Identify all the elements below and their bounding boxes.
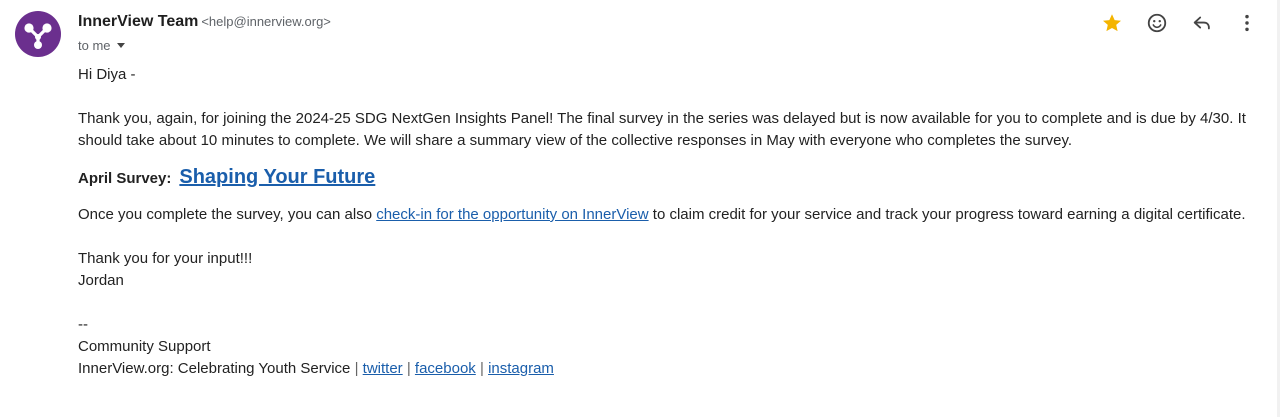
- survey-row: April Survey: Shaping Your Future: [78, 166, 1263, 190]
- checkin-text-before: Once you complete the survey, you can al…: [78, 206, 377, 223]
- to-label: to me: [78, 38, 111, 53]
- sender-avatar[interactable]: [15, 11, 61, 57]
- intro-paragraph: Thank you, again, for joining the 2024-2…: [78, 110, 1246, 149]
- emoji-reaction-button[interactable]: [1144, 10, 1170, 36]
- star-button[interactable]: [1099, 10, 1125, 36]
- reply-icon: [1193, 16, 1210, 30]
- greeting: Hi Diya -: [78, 66, 136, 83]
- separator: |: [406, 360, 411, 377]
- separator: |: [479, 360, 484, 377]
- message-actions: [1080, 10, 1260, 36]
- more-vert-icon: [1245, 14, 1249, 32]
- more-options-button[interactable]: [1234, 10, 1260, 36]
- emoji-icon: [1147, 13, 1167, 33]
- thanks-line: Thank you for your input!!!: [78, 250, 253, 267]
- signature-org: InnerView.org: Celebrating Youth Service: [78, 360, 351, 377]
- signature-title: Community Support: [78, 338, 211, 355]
- survey-label: April Survey:: [78, 170, 172, 187]
- signature-dashes: --: [78, 316, 88, 333]
- sender-name[interactable]: InnerView Team: [78, 13, 198, 30]
- reply-button[interactable]: [1189, 10, 1215, 36]
- message-body: Hi Diya - Thank you, again, for joining …: [78, 64, 1263, 380]
- checkin-text-after: to claim credit for your service and tra…: [648, 206, 1246, 223]
- separator: |: [354, 360, 359, 377]
- survey-link[interactable]: Shaping Your Future: [179, 166, 375, 188]
- checkin-link[interactable]: check-in for the opportunity on InnerVie…: [376, 206, 648, 223]
- sender-line: InnerView Team <help@innerview.org>: [78, 13, 331, 31]
- sender-email: <help@innerview.org>: [201, 14, 331, 29]
- twitter-link[interactable]: twitter: [363, 360, 403, 377]
- star-icon: [1103, 14, 1121, 32]
- signature-org-line: InnerView.org: Celebrating Youth Service…: [78, 358, 1263, 380]
- recipient-details-toggle[interactable]: to me: [78, 38, 125, 53]
- instagram-link[interactable]: instagram: [488, 360, 554, 377]
- innerview-logo-icon: [24, 23, 52, 49]
- facebook-link[interactable]: facebook: [415, 360, 476, 377]
- sign-name: Jordan: [78, 272, 124, 289]
- chevron-down-icon: [116, 43, 125, 48]
- checkin-paragraph: Once you complete the survey, you can al…: [78, 204, 1263, 226]
